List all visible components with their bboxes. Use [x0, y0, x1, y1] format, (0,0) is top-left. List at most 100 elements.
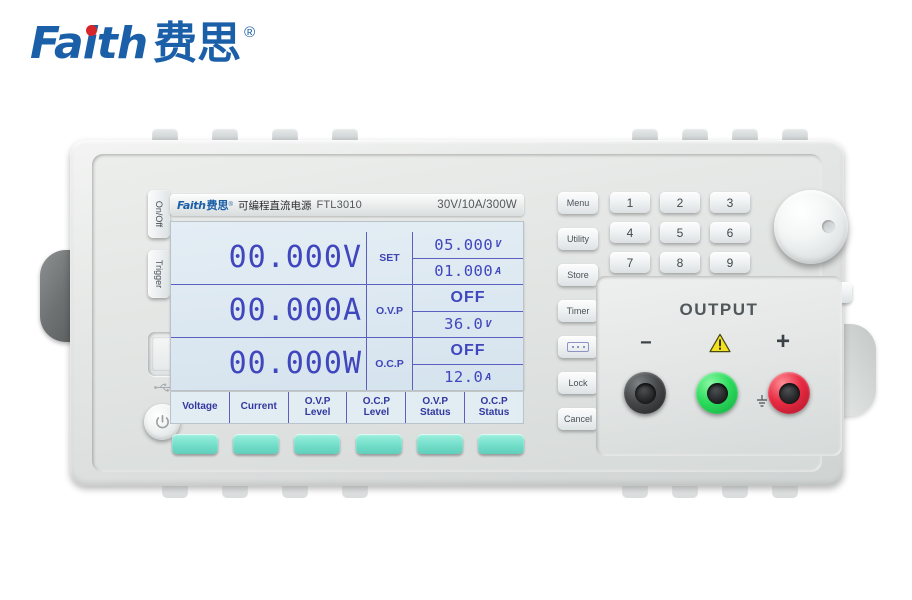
- key-3[interactable]: 3: [710, 192, 750, 213]
- softkey-label-line2: Level: [304, 406, 331, 418]
- softkey-label-line1: O.C.P: [480, 395, 508, 407]
- softkey-label-current: Current: [228, 392, 288, 423]
- knob-dimple: [822, 220, 835, 233]
- current-meter: 00.000 A: [171, 285, 367, 337]
- key-9-label: 9: [726, 255, 734, 270]
- key-4[interactable]: 4: [610, 222, 650, 243]
- utility-button-label: Utility: [567, 234, 589, 244]
- softkey-ovp-status[interactable]: [416, 434, 463, 454]
- key-7[interactable]: 7: [610, 252, 650, 273]
- positive-terminal[interactable]: [768, 372, 810, 414]
- menu-button-label: Menu: [566, 198, 590, 208]
- negative-terminal-socket: [634, 382, 656, 404]
- cancel-button[interactable]: Cancel: [558, 408, 598, 430]
- panel-description: 可编程直流电源: [237, 199, 312, 212]
- display-assembly: Faith 费思 ® 可编程直流电源 FTL3010 30V/10A/300W: [170, 194, 524, 454]
- panel-model-number: FTL3010: [316, 199, 362, 211]
- ellipsis-button[interactable]: [558, 336, 598, 358]
- key-6-label: 6: [726, 225, 734, 240]
- softkey-ocp-level[interactable]: [355, 434, 402, 454]
- ocp-level-value: 12.0 A: [413, 363, 523, 391]
- utility-button[interactable]: Utility: [558, 228, 598, 250]
- softkey-row: [172, 434, 524, 460]
- trigger-button[interactable]: Trigger: [148, 250, 170, 298]
- menu-button[interactable]: Menu: [558, 192, 598, 214]
- brand-registered-mark: ®: [244, 24, 256, 41]
- softkey-voltage[interactable]: [172, 434, 218, 454]
- key-2[interactable]: 2: [660, 192, 700, 213]
- cancel-button-label: Cancel: [563, 414, 592, 424]
- lcd-row-current: 00.000 A O.V.P OFF 36.0 V: [171, 284, 523, 337]
- on-off-button-label: On/Off: [154, 200, 165, 228]
- ellipsis-box-icon: [567, 342, 589, 352]
- key-8[interactable]: 8: [660, 252, 700, 273]
- set-voltage-unit: V: [495, 239, 502, 251]
- ocp-values: OFF 12.0 A: [413, 338, 523, 390]
- softkey-label-line1: Voltage: [182, 401, 218, 413]
- key-1[interactable]: 1: [610, 192, 650, 213]
- ocp-level-number: 12.0: [444, 368, 484, 387]
- set-current-unit: A: [495, 265, 502, 277]
- positive-terminal-socket: [778, 382, 800, 404]
- ovp-status-value: OFF: [450, 288, 486, 306]
- power-meter-unit: W: [342, 346, 362, 381]
- brand-logo-dot: [86, 25, 97, 36]
- lcd-screen: 00.000 V SET 05.000 V 01.000 A 00.000 A …: [171, 222, 523, 390]
- key-1-label: 1: [626, 195, 634, 210]
- voltage-meter-unit: V: [342, 240, 362, 275]
- rotary-encoder-knob[interactable]: [774, 190, 848, 264]
- softkey-label-ocp-level: O.C.P Level: [346, 392, 405, 423]
- softkey-current[interactable]: [233, 434, 280, 454]
- key-4-label: 4: [626, 225, 634, 240]
- timer-button-label: Timer: [566, 306, 590, 316]
- ground-terminal[interactable]: [696, 372, 738, 414]
- softkey-label-voltage: Voltage: [171, 392, 229, 423]
- warning-triangle-icon: [709, 333, 731, 353]
- timer-button[interactable]: Timer: [558, 300, 598, 322]
- ocp-label: O.C.P: [367, 338, 413, 390]
- lcd-bezel: 00.000 V SET 05.000 V 01.000 A 00.000 A …: [170, 221, 524, 391]
- softkey-ovp-level[interactable]: [294, 434, 341, 454]
- panel-rating: 30V/10A/300W: [437, 199, 517, 211]
- positive-terminal-mark: +: [776, 328, 791, 355]
- key-8-label: 8: [676, 255, 684, 270]
- negative-terminal[interactable]: [624, 372, 666, 414]
- softkey-label-line2: Level: [363, 406, 390, 418]
- ovp-level-value: 36.0 V: [413, 310, 523, 338]
- power-icon: [155, 414, 169, 428]
- set-voltage-value: 05.000 V: [413, 232, 523, 258]
- trigger-button-label: Trigger: [154, 259, 164, 289]
- key-6[interactable]: 6: [710, 222, 750, 243]
- softkey-label-ocp-status: O.C.P Status: [464, 392, 523, 423]
- store-button[interactable]: Store: [558, 264, 598, 286]
- set-voltage-number: 05.000: [434, 235, 494, 254]
- softkey-label-line2: Status: [419, 406, 451, 418]
- set-values: 05.000 V 01.000 A: [413, 232, 523, 284]
- set-current-value: 01.000 A: [413, 257, 523, 285]
- key-5-label: 5: [676, 225, 684, 240]
- negative-terminal-mark: −: [640, 332, 652, 354]
- lcd-rows: 00.000 V SET 05.000 V 01.000 A 00.000 A …: [171, 232, 523, 390]
- instrument-product-photo: Faith 费思 ® On/Off Trigger Faith 费思 ® 可编程…: [0, 0, 912, 600]
- panel-title-bar: Faith 费思 ® 可编程直流电源 FTL3010 30V/10A/300W: [170, 194, 524, 216]
- on-off-button[interactable]: On/Off: [148, 190, 170, 238]
- lcd-row-voltage: 00.000 V SET 05.000 V 01.000 A: [171, 232, 523, 284]
- current-meter-unit: A: [342, 293, 362, 328]
- ovp-level-number: 36.0: [444, 315, 484, 334]
- softkey-label-line1: O.V.P: [422, 395, 449, 407]
- key-3-label: 3: [726, 195, 734, 210]
- panel-logo-latin: Faith: [177, 198, 206, 212]
- lock-button[interactable]: Lock: [558, 372, 598, 394]
- current-meter-value: 00.000: [228, 293, 343, 328]
- voltage-meter: 00.000 V: [171, 232, 367, 284]
- softkey-label-line1: O.C.P: [362, 395, 391, 407]
- softkey-label-line1: Current: [240, 401, 277, 413]
- power-meter: 00.000 W: [171, 338, 367, 390]
- softkey-ocp-status[interactable]: [477, 434, 524, 454]
- front-faceplate: On/Off Trigger Faith 费思 ® 可编程直流电源 FTL301…: [92, 154, 852, 472]
- key-9[interactable]: 9: [710, 252, 750, 273]
- key-5[interactable]: 5: [660, 222, 700, 243]
- voltage-meter-value: 00.000: [228, 240, 343, 275]
- key-2-label: 2: [676, 195, 684, 210]
- softkey-label-line2: Status: [478, 406, 510, 418]
